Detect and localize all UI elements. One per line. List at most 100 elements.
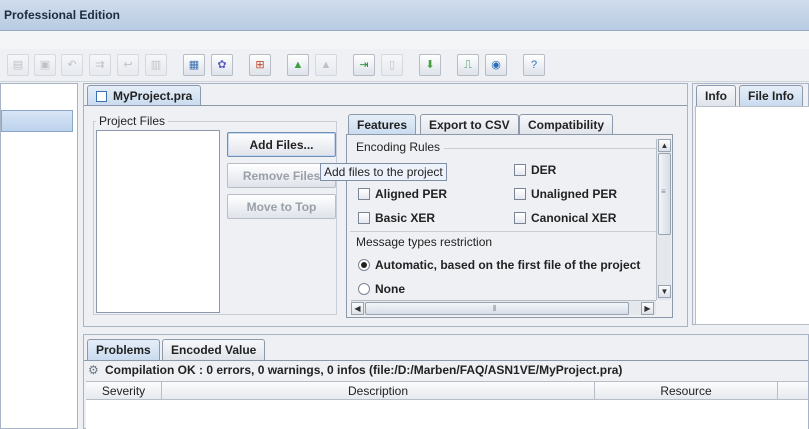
none-radio-label: None	[375, 282, 405, 296]
tree-button[interactable]: ⊞	[249, 54, 271, 76]
canonical-xer-checkbox[interactable]: Canonical XER	[514, 211, 616, 225]
scroll-up-icon[interactable]: ▲	[658, 139, 671, 152]
settings-button[interactable]: ✿	[211, 54, 233, 76]
der-checkbox-box[interactable]	[514, 164, 526, 176]
bottom-tab-divider	[84, 360, 808, 361]
shapes-disabled-button[interactable]: ▲	[315, 54, 337, 76]
file-info-content	[695, 106, 809, 325]
monitor-icon: ⎍	[464, 58, 472, 71]
shapes-icon: ▲	[292, 58, 304, 71]
message-types-title: Message types restriction	[353, 235, 496, 249]
project-explorer-panel	[0, 83, 78, 429]
grip-horizontal-icon: ⦀	[493, 304, 497, 313]
import-icon: ⇥	[359, 58, 369, 71]
tab-export-csv[interactable]: Export to CSV	[420, 114, 519, 135]
window-icon: ▦	[188, 58, 200, 71]
help-icon: ?	[530, 58, 538, 71]
document-button[interactable]: ▯	[381, 54, 403, 76]
grip-icon: ≡	[661, 187, 666, 196]
undo-icon: ↶	[67, 58, 77, 71]
canonical-xer-checkbox-box[interactable]	[514, 212, 526, 224]
scroll-left-icon[interactable]: ◀	[351, 302, 364, 315]
unaligned-per-label: Unaligned PER	[531, 187, 618, 201]
help-button[interactable]: ?	[523, 54, 545, 76]
compile-all-button[interactable]: ⇉	[89, 54, 111, 76]
toolbar: ▤ ▣ ↶ ⇉ ↩ ▥ ▦ ✿ ⊞ ▲ ▲ ⇥ ▯ ⬇ ⎍ ◉?	[0, 49, 809, 82]
gear-icon: ⚙	[88, 362, 99, 377]
aligned-per-checkbox[interactable]: Aligned PER	[358, 187, 447, 201]
new-file-icon: ▤	[12, 58, 24, 71]
shapes-disabled-icon: ▲	[320, 58, 332, 71]
unaligned-per-checkbox-box[interactable]	[514, 188, 526, 200]
vertical-scroll-thumb[interactable]: ≡	[658, 153, 671, 235]
features-vertical-scrollbar[interactable]: ▲ ≡ ▼	[656, 139, 671, 300]
save-icon: ▣	[39, 58, 51, 71]
window-title: Professional Edition	[4, 8, 121, 22]
search-button[interactable]: ◉	[485, 54, 507, 76]
project-files-title: Project Files	[96, 114, 169, 128]
monitor-button[interactable]: ⎍	[457, 54, 479, 76]
shapes-button[interactable]: ▲	[287, 54, 309, 76]
canonical-xer-label: Canonical XER	[531, 211, 617, 225]
der-checkbox[interactable]: DER	[514, 163, 556, 177]
title-bar: Professional Edition	[0, 0, 809, 31]
document-icon: ▯	[388, 58, 396, 71]
project-files-list[interactable]	[96, 130, 220, 313]
tab-divider	[84, 105, 687, 106]
save-button[interactable]: ▣	[34, 54, 56, 76]
column-severity[interactable]: Severity	[86, 382, 162, 399]
new-file-button[interactable]: ▤	[7, 54, 29, 76]
der-label: DER	[531, 163, 557, 177]
add-files-button[interactable]: Add Files...	[227, 132, 336, 157]
tab-file-info[interactable]: File Info	[739, 85, 803, 106]
horizontal-scroll-thumb[interactable]: ⦀	[365, 302, 629, 315]
unaligned-per-checkbox[interactable]: Unaligned PER	[514, 187, 617, 201]
features-horizontal-scrollbar[interactable]: ◀ ⦀ ▶	[351, 300, 656, 315]
basic-xer-checkbox-box[interactable]	[358, 212, 370, 224]
tab-problems[interactable]: Problems	[87, 339, 160, 360]
tab-info[interactable]: Info	[696, 85, 736, 106]
scroll-down-icon[interactable]: ▼	[658, 285, 671, 298]
import-button[interactable]: ⇥	[353, 54, 375, 76]
encoding-rules-separator	[444, 148, 656, 149]
none-radio-button[interactable]	[358, 283, 370, 295]
revert-button[interactable]: ↩	[117, 54, 139, 76]
basic-xer-label: Basic XER	[375, 211, 436, 225]
tab-compatibility[interactable]: Compatibility	[519, 114, 614, 135]
window-button[interactable]: ▦	[183, 54, 205, 76]
search-icon: ◉	[491, 58, 501, 71]
compile-all-icon: ⇉	[95, 58, 105, 71]
aligned-per-label: Aligned PER	[375, 187, 448, 201]
tab-myproject-label: MyProject.pra	[113, 89, 193, 103]
tab-features[interactable]: Features	[348, 114, 417, 135]
add-files-tooltip: Add files to the project	[320, 163, 447, 181]
menu-bar	[0, 31, 809, 49]
automatic-radio-button[interactable]	[358, 259, 370, 271]
project-editor: MyProject.pra Project Files Add Files...…	[83, 83, 688, 327]
problems-table-header: Severity Description Resource	[86, 381, 808, 400]
info-panel: Info File Info	[692, 83, 809, 325]
tab-myproject[interactable]: MyProject.pra	[87, 85, 202, 106]
stack-button[interactable]: ▥	[145, 54, 167, 76]
column-resource[interactable]: Resource	[595, 382, 778, 399]
column-description[interactable]: Description	[162, 382, 595, 399]
scroll-right-icon[interactable]: ▶	[641, 302, 654, 315]
stack-icon: ▥	[150, 58, 162, 71]
deploy-button[interactable]: ⬇	[419, 54, 441, 76]
none-radio[interactable]: None	[358, 282, 405, 296]
compilation-status-text: Compilation OK : 0 errors, 0 warnings, 0…	[105, 363, 623, 377]
basic-xer-checkbox[interactable]: Basic XER	[358, 211, 435, 225]
file-icon	[96, 90, 107, 102]
problems-panel: Problems Encoded Value ⚙ Compilation OK …	[83, 334, 809, 429]
explorer-selected-row[interactable]	[1, 110, 73, 132]
settings-icon: ✿	[217, 58, 227, 71]
compilation-status: ⚙ Compilation OK : 0 errors, 0 warnings,…	[88, 363, 622, 377]
tab-encoded-value[interactable]: Encoded Value	[162, 339, 266, 360]
aligned-per-checkbox-box[interactable]	[358, 188, 370, 200]
deploy-icon: ⬇	[425, 58, 435, 71]
section-separator	[350, 231, 656, 232]
automatic-radio-label: Automatic, based on the first file of th…	[375, 258, 641, 272]
automatic-radio[interactable]: Automatic, based on the first file of th…	[358, 258, 640, 272]
move-to-top-button[interactable]: Move to Top	[227, 194, 336, 219]
undo-button[interactable]: ↶	[61, 54, 83, 76]
